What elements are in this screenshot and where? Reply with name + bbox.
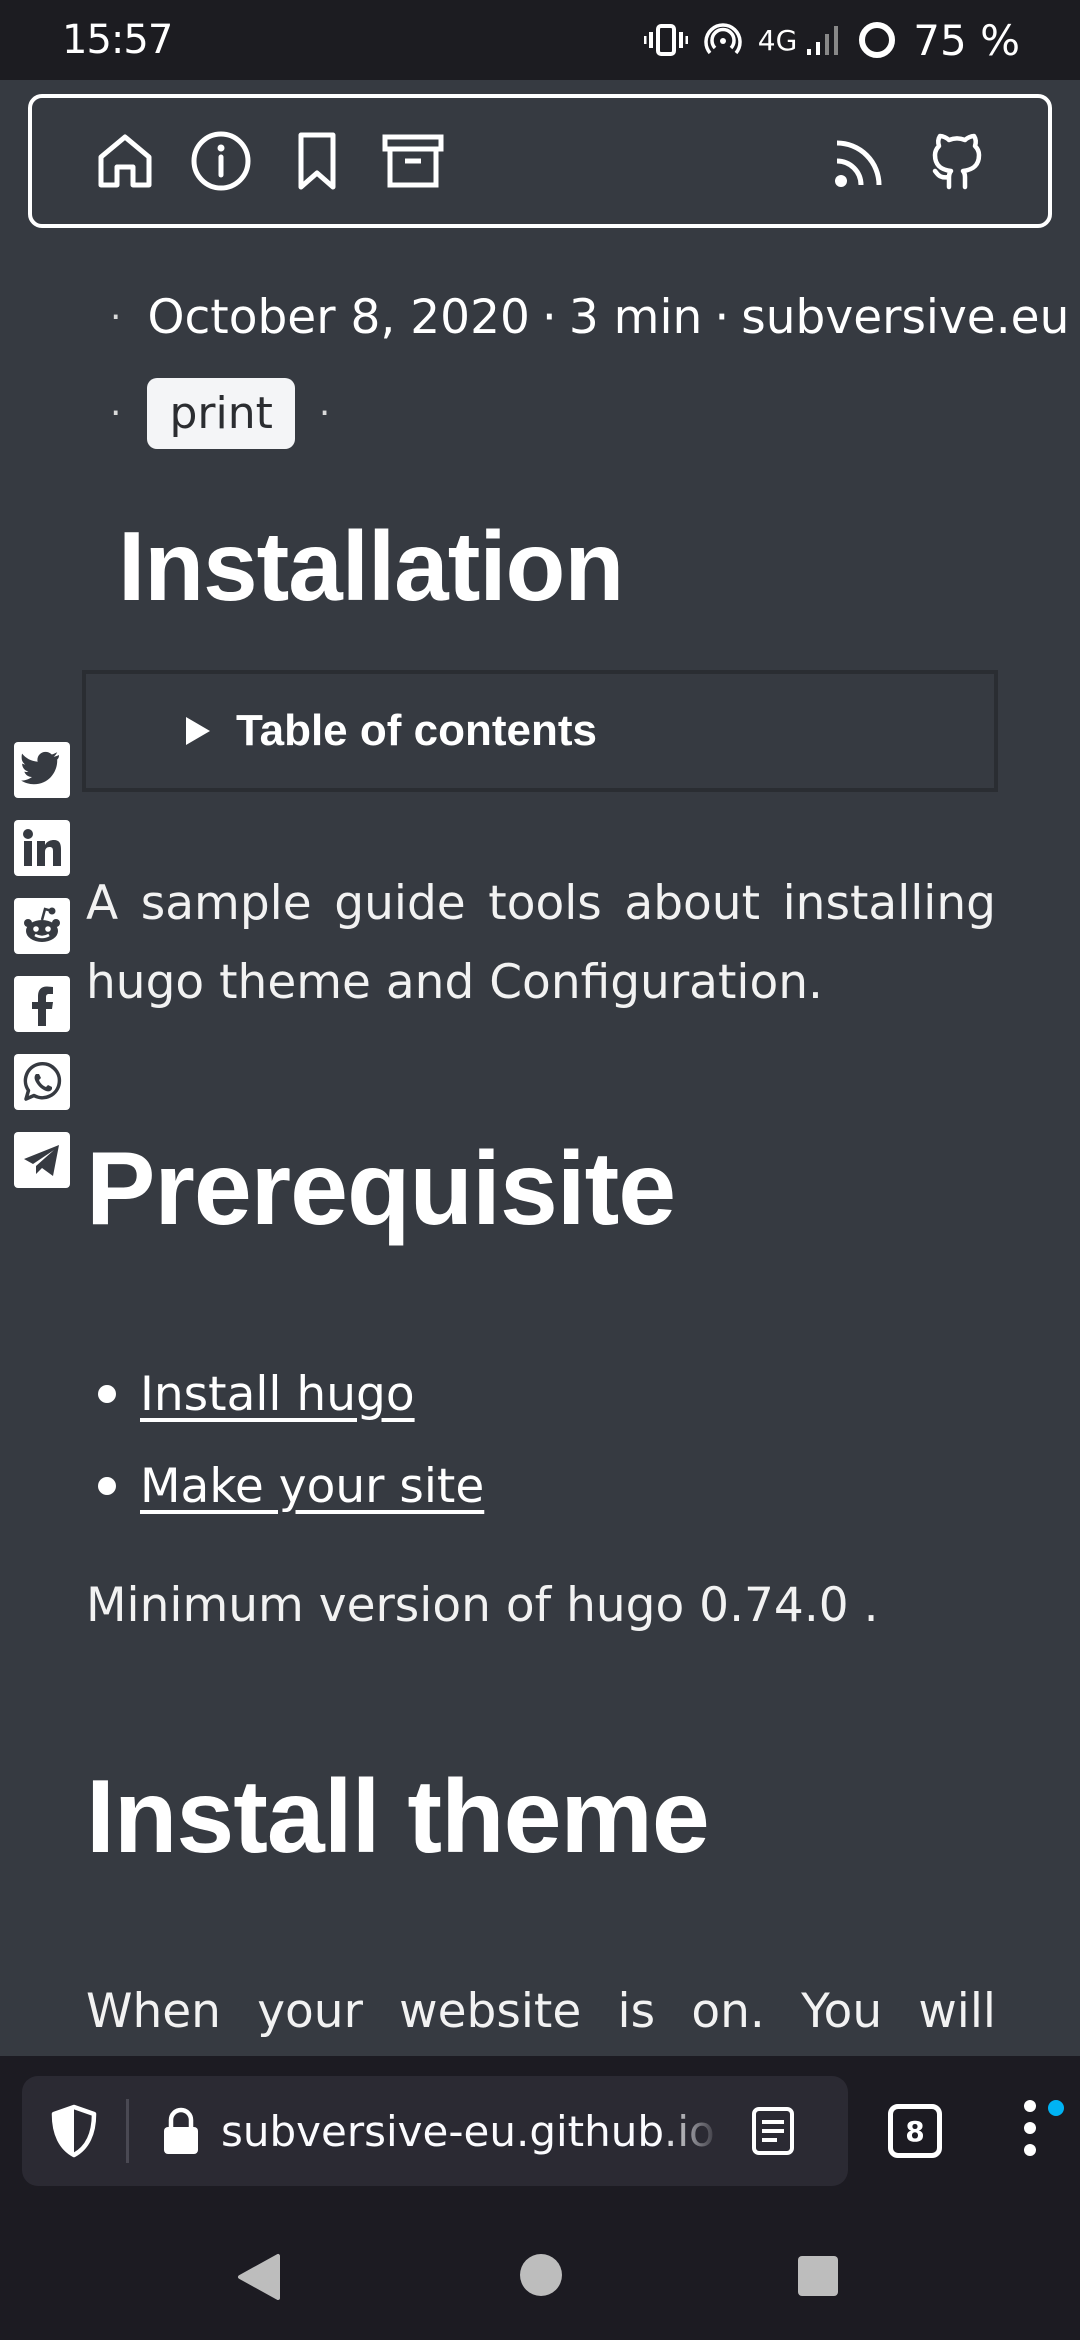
twitter-icon[interactable] <box>14 742 70 798</box>
network-type: 4G <box>757 23 798 57</box>
reddit-icon[interactable] <box>14 898 70 954</box>
install-theme-heading: Install theme <box>86 1759 710 1875</box>
prerequisite-list: Install hugo Make your site <box>86 1348 484 1532</box>
system-navigation-bar <box>0 2206 1080 2340</box>
table-of-contents-toggle[interactable]: Table of contents <box>82 670 998 792</box>
battery-icon <box>857 20 897 60</box>
tabs-counter-button[interactable]: 8 <box>888 2104 942 2158</box>
link-make-your-site[interactable]: Make your site <box>140 1459 484 1514</box>
post-author: subversive.eu <box>741 290 1070 345</box>
meta-separator: · <box>110 393 122 434</box>
bullet <box>98 1385 116 1403</box>
intro-paragraph: A sample guide tools about installing hu… <box>86 876 996 1010</box>
toc-label: Table of contents <box>236 706 597 755</box>
prerequisite-heading: Prerequisite <box>86 1131 676 1247</box>
bullet <box>98 1477 116 1495</box>
site-header <box>28 94 1052 228</box>
browser-toolbar: subversive-eu.github.io 8 <box>0 2056 1080 2206</box>
hotspot-icon <box>704 21 742 59</box>
telegram-icon[interactable] <box>14 1132 70 1188</box>
rss-icon[interactable] <box>828 128 894 194</box>
min-version-paragraph: Minimum version of hugo 0.74.0 . <box>86 1578 879 1633</box>
tracking-protection-shield-icon[interactable] <box>22 2076 126 2186</box>
header-nav-right <box>828 128 990 194</box>
battery-percent: 75 % <box>913 15 1020 65</box>
disclosure-triangle-icon <box>186 717 210 745</box>
post-tags: · print · <box>110 378 356 449</box>
reader-mode-icon[interactable] <box>733 2106 813 2156</box>
facebook-icon[interactable] <box>14 976 70 1032</box>
info-icon[interactable] <box>188 128 254 194</box>
status-indicators: 4G 75 % <box>643 15 1020 65</box>
reading-time: 3 min <box>568 290 703 345</box>
github-icon[interactable] <box>924 128 990 194</box>
status-time: 15:57 <box>62 17 173 63</box>
back-icon[interactable] <box>236 2252 282 2306</box>
page: 15:57 4G 75 % · October 8, 2020 · 3 min … <box>0 0 1080 2340</box>
status-bar: 15:57 4G 75 % <box>0 0 1080 80</box>
recents-icon[interactable] <box>798 2256 838 2296</box>
address-bar[interactable]: subversive-eu.github.io <box>22 2076 848 2186</box>
url-text[interactable]: subversive-eu.github.io <box>221 2107 721 2156</box>
home-button-icon[interactable] <box>520 2254 562 2296</box>
tag-print[interactable]: print <box>147 378 295 449</box>
linkedin-icon[interactable] <box>14 820 70 876</box>
archive-icon[interactable] <box>380 128 446 194</box>
list-item: Install hugo <box>86 1348 484 1440</box>
meta-separator: · <box>541 290 557 345</box>
home-icon[interactable] <box>92 128 158 194</box>
post-meta: · October 8, 2020 · 3 min · subversive.e… <box>110 290 1069 345</box>
vibrate-icon <box>643 20 688 60</box>
lock-icon[interactable] <box>141 2106 221 2156</box>
browser-menu-icon[interactable] <box>1018 2100 1042 2164</box>
signal-icon <box>805 23 841 57</box>
header-nav-left <box>92 128 446 194</box>
page-title: Installation <box>118 511 624 621</box>
divider <box>126 2099 129 2163</box>
link-install-hugo[interactable]: Install hugo <box>140 1367 415 1422</box>
bookmark-icon[interactable] <box>284 128 350 194</box>
notification-dot <box>1048 2100 1064 2116</box>
post-date: October 8, 2020 <box>147 290 530 345</box>
meta-separator: · <box>318 393 331 434</box>
whatsapp-icon[interactable] <box>14 1054 70 1110</box>
share-sidebar <box>14 742 72 1210</box>
meta-separator: · <box>714 290 730 345</box>
list-item: Make your site <box>86 1440 484 1532</box>
meta-separator: · <box>110 297 122 338</box>
